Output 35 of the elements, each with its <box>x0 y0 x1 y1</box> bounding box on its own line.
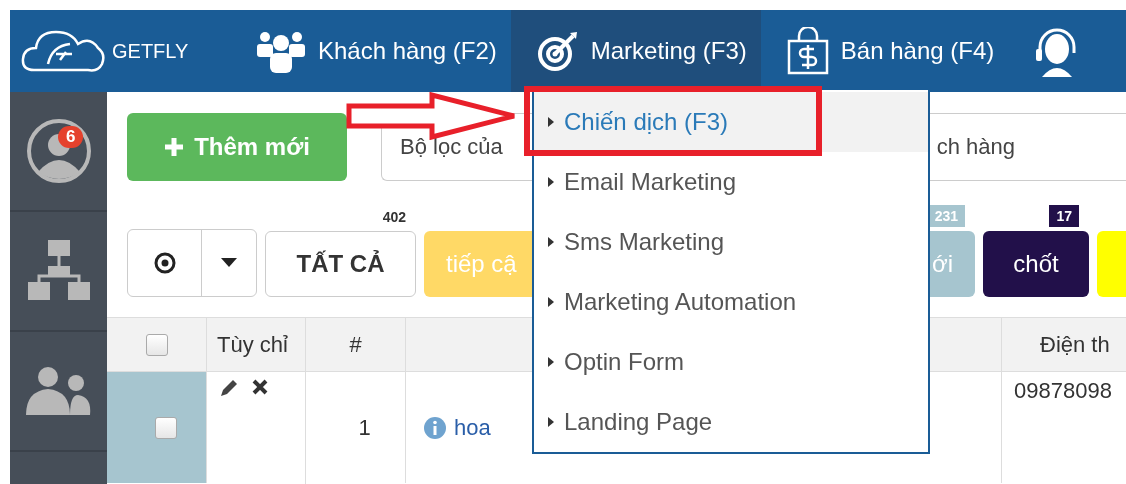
people-icon <box>25 365 92 417</box>
status-filter-button[interactable]: chốt <box>983 231 1089 297</box>
nav-tab[interactable]: Khách hàng (F2) <box>230 10 511 92</box>
select-all-checkbox[interactable] <box>145 333 168 356</box>
count-badge: 17 <box>1049 205 1079 227</box>
target-icon <box>536 30 579 72</box>
bullet-icon <box>548 417 554 427</box>
avatar-icon <box>25 118 92 184</box>
count-label: 402 <box>382 208 407 227</box>
customer-name-link[interactable]: hoa <box>424 414 491 441</box>
notification-badge: 6 <box>58 126 84 148</box>
bullet-icon <box>548 357 554 367</box>
row-number: 1 <box>358 414 371 441</box>
delete-icon <box>251 378 269 396</box>
logo-text: GETFLY <box>112 39 189 63</box>
status-filter-button[interactable]: TẤT CẢ <box>265 231 416 297</box>
bullet-icon <box>548 177 554 187</box>
column-header: Tùy chỉ <box>207 317 306 372</box>
radio-icon <box>153 252 176 274</box>
bullet-icon <box>548 237 554 247</box>
plus-icon <box>164 137 185 157</box>
phone-number: 09878098 <box>1014 378 1112 404</box>
people-icon <box>256 29 306 73</box>
column-header: # <box>306 317 406 372</box>
column-header: Điện th <box>1002 317 1126 372</box>
nav-tab[interactable]: Marketing (F3) <box>510 10 761 92</box>
row-checkbox[interactable] <box>154 416 177 439</box>
info-icon <box>424 416 446 439</box>
shopping-bag-icon <box>786 27 829 75</box>
edit-icon <box>219 378 239 398</box>
bullet-icon <box>548 117 554 127</box>
menu-item[interactable]: Chiến dịch (F3) <box>534 92 928 152</box>
nav-tab[interactable]: Bán hàng (F4) <box>760 10 1009 92</box>
bullet-icon <box>548 297 554 307</box>
caret-icon <box>221 258 237 268</box>
